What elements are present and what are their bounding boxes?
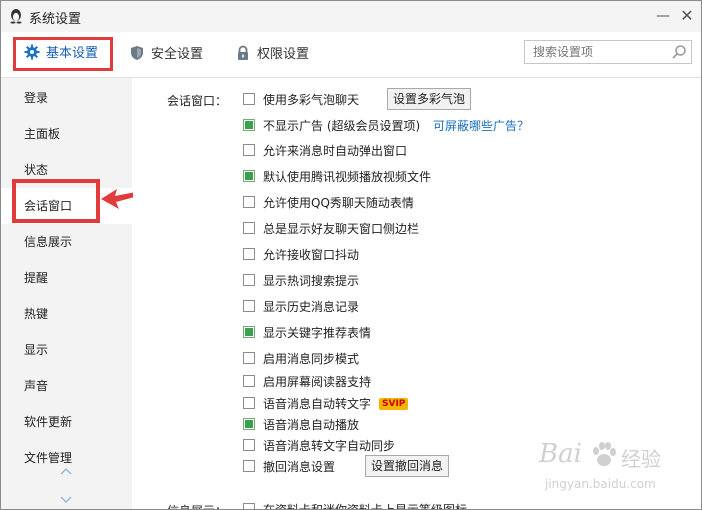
sidebar-item-main-panel[interactable]: 主面板	[24, 125, 60, 142]
option-label: 允许来消息时自动弹出窗口	[263, 144, 408, 158]
section-label-info-display: 信息展示：	[167, 502, 227, 509]
option-label: 显示关键字推荐表情	[263, 326, 372, 340]
set-bubble-button[interactable]: 设置多彩气泡	[387, 88, 472, 110]
watermark-brand: Bai	[539, 439, 582, 469]
tab-permission-label: 权限设置	[257, 47, 310, 62]
window-title: 系统设置	[29, 12, 82, 27]
option-label: 在资料卡和迷你资料卡上显示等级图标	[263, 503, 468, 510]
checkbox[interactable]	[243, 93, 255, 105]
option-label: 总是显示好友聊天窗口侧边栏	[263, 222, 420, 236]
ads-info-link[interactable]: 可屏蔽哪些广告？	[433, 117, 529, 135]
option-label: 撤回消息设置	[263, 460, 336, 474]
option-label: 启用屏幕阅读器支持	[263, 375, 372, 389]
watermark-brand2: 经验	[621, 447, 661, 471]
option-label: 语音消息自动转文字	[263, 397, 372, 411]
scroll-down-icon[interactable]	[59, 495, 73, 505]
section-label-chat-window: 会话窗口：	[167, 94, 228, 108]
baidu-watermark: Bai 经验 jingyan.baidu.com	[521, 431, 701, 501]
search-icon[interactable]	[671, 44, 687, 60]
checkbox[interactable]	[243, 144, 255, 156]
checkbox[interactable]	[243, 248, 255, 260]
lock-icon	[238, 45, 248, 60]
sidebar-item-reminder[interactable]: 提醒	[24, 269, 48, 286]
svip-badge: SVIP	[379, 398, 409, 410]
checkbox[interactable]	[243, 397, 255, 409]
checkbox-checked[interactable]	[243, 418, 255, 430]
checkbox-checked[interactable]	[243, 119, 255, 131]
penguin-icon	[10, 9, 22, 24]
sidebar-item-login[interactable]: 登录	[24, 89, 48, 106]
sidebar-item-hotkeys[interactable]: 热键	[24, 305, 48, 322]
sidebar-item-status[interactable]: 状态	[24, 161, 48, 178]
option-label: 使用多彩气泡聊天	[263, 93, 360, 107]
tab-security-settings[interactable]: 安全设置	[129, 40, 203, 70]
checkbox-checked[interactable]	[243, 170, 255, 182]
checkbox[interactable]	[243, 300, 255, 312]
tab-basic-settings[interactable]: 基本设置	[13, 37, 113, 71]
tab-security-label: 安全设置	[151, 47, 204, 62]
top-tab-bar: 基本设置 安全设置 权限设置	[1, 32, 701, 78]
highlight-box	[12, 179, 100, 223]
sidebar-item-software-update[interactable]: 软件更新	[24, 413, 72, 430]
checkbox[interactable]	[243, 460, 255, 472]
minimize-button[interactable]: —	[653, 6, 673, 26]
scroll-up-icon[interactable]	[59, 466, 73, 476]
shield-icon	[131, 45, 143, 60]
checkbox[interactable]	[243, 503, 255, 509]
search-input[interactable]	[531, 44, 665, 60]
sidebar-item-display[interactable]: 显示	[24, 341, 48, 358]
tab-permission-settings[interactable]: 权限设置	[235, 40, 309, 70]
sidebar-item-file-management[interactable]: 文件管理	[24, 449, 72, 466]
checkbox[interactable]	[243, 274, 255, 286]
sidebar-item-info-display[interactable]: 信息展示	[24, 233, 72, 250]
settings-window: 系统设置 — ✕ 基本设置 安全设置 权限设置 搜索设置项 登录 主面板 状态 …	[0, 0, 702, 510]
settings-search-box[interactable]	[524, 40, 692, 64]
checkbox[interactable]	[243, 375, 255, 387]
checkbox[interactable]	[243, 439, 255, 451]
tab-basic-label: 基本设置	[46, 46, 99, 61]
option-label: 语音消息转文字自动同步	[263, 439, 396, 453]
gear-icon	[24, 44, 40, 59]
sidebar-item-sound[interactable]: 声音	[24, 377, 48, 394]
option-label: 启用消息同步模式	[263, 352, 360, 366]
watermark-url: jingyan.baidu.com	[545, 477, 656, 491]
paw-icon	[593, 442, 616, 466]
option-label: 显示历史消息记录	[263, 300, 360, 314]
checkbox[interactable]	[243, 196, 255, 208]
option-label: 显示热词搜索提示	[263, 274, 360, 288]
option-label: 语音消息自动播放	[263, 418, 360, 432]
title-bar: 系统设置 — ✕	[1, 1, 701, 32]
set-recall-button[interactable]: 设置撤回消息	[365, 455, 450, 477]
option-label: 允许使用QQ秀聊天随动表情	[263, 196, 414, 210]
checkbox-checked[interactable]	[243, 326, 255, 338]
checkbox[interactable]	[243, 222, 255, 234]
option-label: 允许接收窗口抖动	[263, 248, 360, 262]
settings-sidebar: 登录 主面板 状态 会话窗口 信息展示 提醒 热键 显示 声音 软件更新 文件管…	[1, 78, 132, 509]
option-label: 不显示广告 (超级会员设置项)	[263, 119, 421, 133]
checkbox[interactable]	[243, 352, 255, 364]
close-button[interactable]: ✕	[677, 6, 697, 26]
option-label: 默认使用腾讯视频播放视频文件	[263, 170, 432, 184]
